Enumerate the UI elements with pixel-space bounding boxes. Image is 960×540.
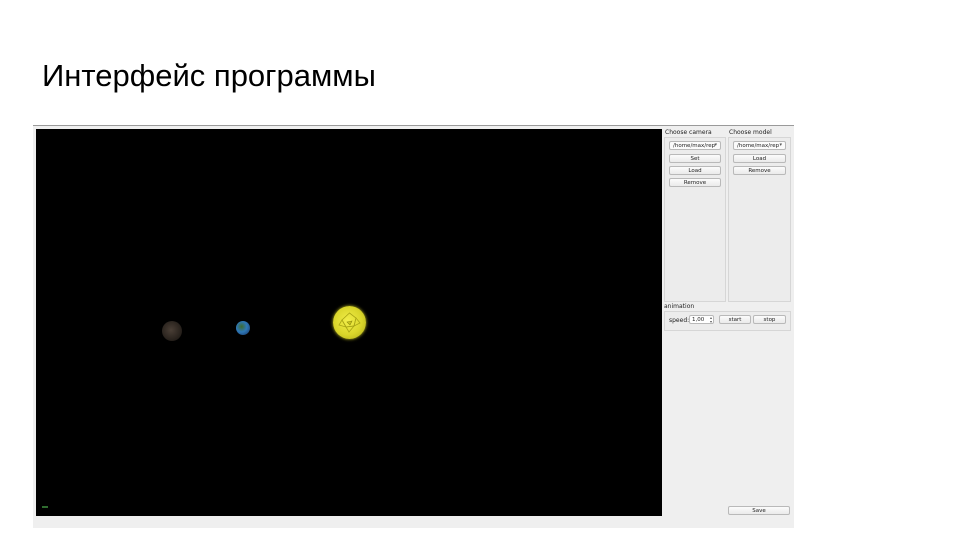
model-select-value: /home/max/rep <box>737 142 780 149</box>
slide-title: Интерфейс программы <box>42 58 376 93</box>
save-button[interactable]: Save <box>728 506 790 515</box>
model-remove-button[interactable]: Remove <box>733 166 786 175</box>
camera-set-button[interactable]: Set <box>669 154 721 163</box>
spin-arrows-icon: ▴ ▾ <box>709 315 712 324</box>
chevron-down-icon: ▾ <box>714 142 717 148</box>
sun-facets-icon <box>338 312 361 333</box>
model-load-button[interactable]: Load <box>733 154 786 163</box>
speed-value: 1,00 <box>692 316 705 323</box>
app-window: Choose camera Choose model /home/max/rep… <box>33 125 794 528</box>
speed-spinbox[interactable]: 1,00 ▴ ▾ <box>689 315 714 324</box>
axis-marker <box>42 506 48 508</box>
camera-select-value: /home/max/rep <box>673 142 716 149</box>
chevron-down-icon: ▾ <box>779 142 782 148</box>
choose-camera-label: Choose camera <box>665 129 712 136</box>
speed-label: speed: <box>669 317 690 324</box>
scene-viewport[interactable] <box>36 129 662 516</box>
start-button[interactable]: start <box>719 315 751 324</box>
model-select[interactable]: /home/max/rep ▾ <box>733 141 786 150</box>
dark-planet <box>162 321 182 341</box>
camera-load-button[interactable]: Load <box>669 166 721 175</box>
stop-button[interactable]: stop <box>753 315 786 324</box>
choose-model-label: Choose model <box>729 129 772 136</box>
camera-remove-button[interactable]: Remove <box>669 178 721 187</box>
earth-planet <box>236 321 250 335</box>
animation-label: animation <box>664 303 695 310</box>
control-panel: Choose camera Choose model /home/max/rep… <box>662 126 794 529</box>
presentation-slide: Интерфейс программы Choose camera Choose… <box>0 0 960 540</box>
camera-select[interactable]: /home/max/rep ▾ <box>669 141 721 150</box>
